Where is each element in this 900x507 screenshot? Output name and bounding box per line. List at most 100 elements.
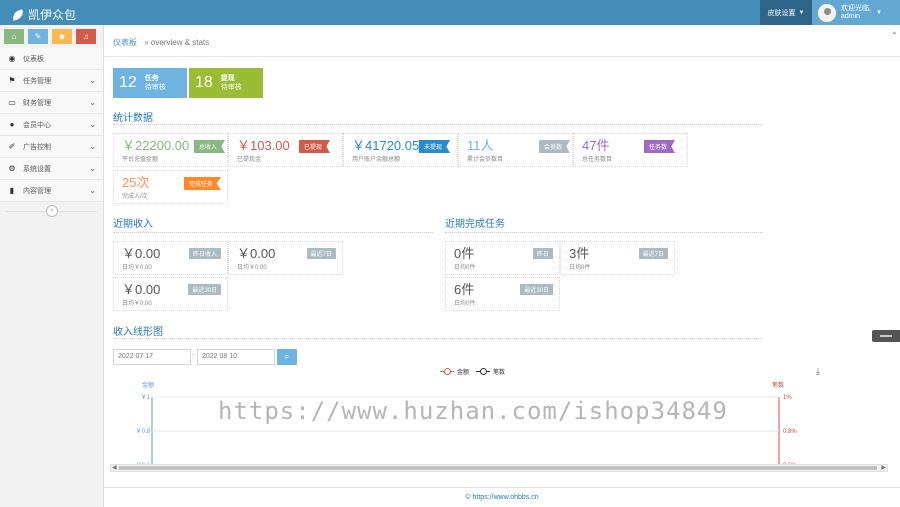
income-badge: 昨日收入 — [188, 248, 221, 259]
sidebar-item-label: 会员中心 — [23, 121, 51, 129]
sidebar-item-6[interactable]: ▮ 内容管理 ⌄ — [0, 180, 103, 202]
stat-box: ￥41720.05 用户账户余额总额 未提现 — [343, 133, 458, 167]
stat-box: 11人 累计会员数目 会员数 — [458, 133, 573, 167]
flag-icon: ⚑ — [8, 76, 16, 85]
chevron-down-icon: ⌄ — [89, 142, 96, 151]
stat-box: 47件 总任务数目 任务数 — [573, 133, 688, 167]
tile-tasks-number: 12 — [119, 74, 137, 91]
stat-badge: 已提现 — [299, 140, 331, 153]
stat-label: 完成人/次 — [122, 194, 148, 200]
stat-label: 平台充值金额 — [122, 157, 159, 163]
sidebar-shortcuts: ⌂ ✎ ☻ ♫ — [0, 25, 103, 48]
start-date-input[interactable]: 2022 07 17 — [113, 349, 191, 365]
chart-heading: 收入线形图 — [113, 327, 163, 338]
stat-badge: 完成任务 — [184, 177, 222, 190]
side-toolbar-handle[interactable] — [872, 330, 900, 342]
bell-icon: ♫ — [83, 32, 89, 41]
chevron-down-icon: ⌄ — [89, 120, 96, 129]
sidebar-collapse: « — [0, 202, 103, 220]
breadcrumb: 仪表板 » overview & stats — [104, 25, 900, 57]
scroll-up-icon[interactable]: ▲ — [892, 30, 898, 36]
collapse-left-icon[interactable]: « — [46, 205, 58, 217]
caret-down-icon: ▼ — [798, 9, 805, 16]
shortcut-bell[interactable]: ♫ — [76, 29, 96, 44]
breadcrumb-home[interactable]: 仪表板 — [113, 38, 137, 47]
stat-box: 25次 完成人/次 完成任务 — [113, 170, 228, 204]
cogs-icon: ⚙ — [8, 164, 16, 173]
sidebar-item-1[interactable]: ⚑ 任务管理 ⌄ — [0, 70, 103, 92]
stat-badge: 任务数 — [644, 140, 676, 153]
shortcut-pencil[interactable]: ✎ — [28, 29, 48, 44]
task-badge: 昨日 — [532, 248, 553, 259]
shortcut-users[interactable]: ☻ — [52, 29, 72, 44]
divider — [445, 232, 763, 233]
divider — [113, 338, 763, 339]
leaf-icon — [10, 8, 26, 21]
scroll-right-icon[interactable]: ▶ — [881, 464, 886, 471]
main-content: 12 任务 待审核 18 提现 待审核 统计数据 ￥22200.00 平台充值金额 总收… — [104, 57, 888, 507]
end-date-input[interactable]: 2022 08 10 — [197, 349, 275, 365]
legend-count[interactable]: 笔数 — [493, 367, 505, 376]
stat-label: 总任务数目 — [582, 157, 613, 163]
sidebar-item-label: 内容管理 — [23, 187, 51, 195]
chevron-down-icon: ⌄ — [89, 98, 96, 107]
sidebar-item-4[interactable]: ✐ 广告控制 ⌄ — [0, 136, 103, 158]
legend-swatch-count — [476, 368, 491, 375]
chart-legend: 金额 笔数 — [440, 367, 505, 376]
legend-swatch-amount — [440, 368, 454, 375]
caret-down-icon: ▼ — [875, 9, 882, 16]
avatar — [818, 3, 836, 22]
left-tick-label: ￥1 — [141, 394, 151, 401]
user-menu-button[interactable]: 欢迎光临, admin ▼ — [812, 0, 900, 25]
task-box: 0件 日均0件 昨日 — [445, 241, 560, 275]
scroll-left-icon[interactable]: ◀ — [112, 464, 117, 471]
skin-settings-button[interactable]: 皮肤设置 ▼ — [760, 0, 812, 25]
stat-label: 累计会员数目 — [467, 157, 504, 163]
sidebar-item-5[interactable]: ⚙ 系统设置 ⌄ — [0, 158, 103, 180]
brand[interactable]: 凯伊众包 — [10, 6, 77, 23]
shortcut-home[interactable]: ⌂ — [4, 29, 24, 44]
sidebar-item-0[interactable]: ◉ 仪表板 — [0, 48, 103, 70]
income-label: 日均￥0.00 — [122, 301, 152, 307]
task-box: 3件 日均0件 最近7日 — [560, 241, 675, 275]
sidebar-menu: ◉ 仪表板 ⚑ 任务管理 ⌄ ▭ 财务管理 ⌄ ● 会员中心 ⌄ ✐ 广告控制 ⌄ ⚙ 系统设置 ⌄ ▮ 内容管理 ⌄ — [0, 48, 103, 202]
book-icon: ▮ — [9, 186, 15, 195]
scrollbar-thumb[interactable] — [119, 466, 877, 470]
tile-tasks-title: 任务 — [144, 75, 159, 82]
income-box: ￥0.00 日均￥0.00 最近7日 — [228, 241, 343, 275]
horizontal-scrollbar[interactable]: ◀ ▶ — [110, 464, 888, 472]
stat-box: ￥103.00 已提现金 已提现 — [228, 133, 343, 167]
tile-withdraw-title: 提现 — [220, 75, 235, 82]
left-tick-label: ￥0.8 — [136, 428, 151, 435]
right-tick-label: 1% — [783, 395, 792, 401]
search-button[interactable]: ⌕ — [277, 349, 297, 365]
tile-withdraw-sub: 待审核 — [220, 84, 242, 91]
download-icon[interactable]: ⤓ — [816, 366, 820, 377]
tile-tasks-sub: 待审核 — [144, 84, 166, 91]
search-icon: ⌕ — [284, 352, 290, 361]
skin-settings-label: 皮肤设置 — [767, 9, 796, 17]
user-info: 欢迎光临, admin — [841, 5, 871, 21]
date-separator: - — [192, 352, 195, 359]
sidebar-item-label: 系统设置 — [23, 165, 51, 173]
tile-withdraw[interactable]: 18 提现待审核 — [189, 68, 263, 98]
income-label: 日均￥0.00 — [237, 265, 267, 271]
tile-tasks[interactable]: 12 任务待审核 — [113, 68, 187, 98]
task-label: 日均0件 — [454, 301, 476, 307]
brand-name: 凯伊众包 — [28, 8, 77, 22]
legend-amount[interactable]: 金额 — [457, 367, 469, 376]
sidebar: ⌂ ✎ ☻ ♫ ◉ 仪表板 ⚑ 任务管理 ⌄ ▭ 财务管理 ⌄ ● 会员中心 ⌄ ✐ 广告控制 ⌄ ⚙ 系统设… — [0, 25, 104, 507]
chevron-down-icon: ⌄ — [89, 186, 96, 195]
task-label: 日均0件 — [569, 265, 591, 271]
tile-withdraw-number: 18 — [195, 74, 213, 91]
navbar: 凯伊众包 皮肤设置 ▼ 欢迎光临, admin ▼ — [0, 0, 900, 25]
sidebar-item-label: 财务管理 — [23, 99, 51, 107]
sidebar-item-label: 仪表板 — [23, 55, 44, 63]
task-badge: 最近30日 — [520, 284, 553, 295]
sidebar-item-2[interactable]: ▭ 财务管理 ⌄ — [0, 92, 103, 114]
task-badge: 最近7日 — [638, 248, 668, 259]
stat-badge: 未提现 — [419, 140, 451, 153]
inbox-icon: ▭ — [8, 98, 16, 107]
sidebar-item-3[interactable]: ● 会员中心 ⌄ — [0, 114, 103, 136]
home-icon: ⌂ — [11, 32, 17, 41]
